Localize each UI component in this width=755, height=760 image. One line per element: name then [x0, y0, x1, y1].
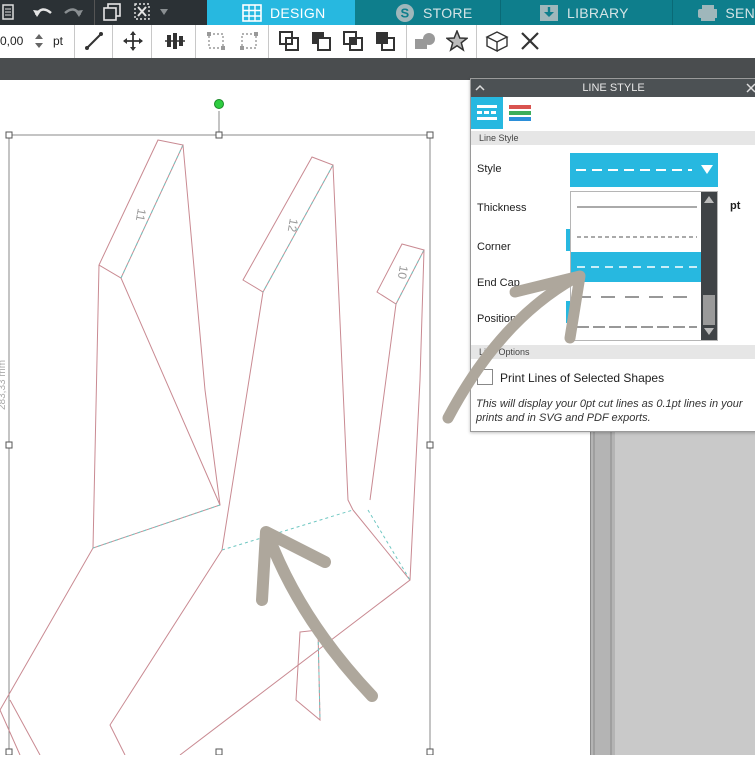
tab-line-color[interactable] — [504, 97, 536, 129]
3d-box-icon[interactable] — [484, 28, 510, 54]
piece-label-12: 12 — [285, 217, 301, 233]
style-options-list[interactable] — [570, 191, 718, 341]
chevron-down-icon[interactable] — [157, 2, 171, 22]
section-header-line-style: Line Style — [471, 131, 755, 145]
style-dropdown[interactable] — [570, 153, 718, 187]
end-cap-label: End Cap — [477, 277, 520, 289]
canvas-header-bar — [0, 58, 755, 80]
shape-fill-icon[interactable] — [412, 28, 438, 54]
crop-icon[interactable] — [372, 28, 398, 54]
store-s-icon: S — [396, 3, 414, 22]
document-icon[interactable] — [0, 2, 16, 22]
library-download-icon — [540, 4, 558, 21]
tab-send-label: SEN — [725, 4, 755, 21]
close-icon[interactable] — [517, 28, 543, 54]
panel-close-icon[interactable] — [746, 83, 755, 93]
scroll-down-icon — [704, 328, 714, 335]
panel-titlebar[interactable]: LINE STYLE — [471, 79, 755, 97]
rotate-handle[interactable] — [214, 99, 224, 109]
intersect-icon[interactable] — [340, 28, 366, 54]
delete-selection-icon[interactable] — [130, 2, 156, 22]
star-icon[interactable] — [444, 28, 470, 54]
piece-label-10: 10 — [395, 264, 411, 280]
scroll-thumb — [703, 295, 715, 325]
unit-label: pt — [53, 34, 64, 48]
print-lines-checkbox[interactable] — [477, 369, 493, 385]
stepper-icon[interactable] — [34, 32, 44, 55]
style-option-dash-long[interactable] — [571, 282, 703, 312]
tab-line-style[interactable] — [471, 97, 503, 129]
redo-icon[interactable] — [60, 2, 86, 22]
line-icon[interactable] — [81, 28, 107, 54]
undo-icon[interactable] — [30, 2, 56, 22]
line-color-icon — [509, 105, 531, 121]
tab-library[interactable]: LIBRARY — [500, 0, 672, 25]
subtract-icon[interactable] — [308, 28, 334, 54]
grid-icon — [242, 3, 262, 22]
style-option-dash-medium[interactable] — [571, 312, 703, 342]
tab-library-label: LIBRARY — [567, 4, 629, 21]
align-icon[interactable] — [162, 28, 188, 54]
group-icon[interactable] — [203, 28, 229, 54]
tab-design-label: DESIGN — [270, 4, 326, 21]
tab-design[interactable]: DESIGN — [207, 0, 355, 25]
dropdown-arrow-icon — [701, 165, 713, 174]
move-icon[interactable] — [120, 28, 146, 54]
line-style-panel: LINE STYLE Line Style Style Thickness Co… — [470, 78, 755, 432]
ungroup-icon[interactable] — [236, 28, 262, 54]
weld-icon[interactable] — [276, 28, 302, 54]
toolbar: 0,00 pt — [0, 25, 755, 59]
line-thickness-value[interactable]: 0,00 — [0, 34, 23, 48]
top-navigation-bar: DESIGN S STORE LIBRARY SEN — [0, 0, 755, 25]
svg-text:S: S — [401, 5, 410, 20]
style-option-solid[interactable] — [571, 192, 703, 222]
thickness-label: Thickness — [477, 202, 527, 214]
thickness-unit: pt — [730, 200, 741, 212]
duplicate-icon[interactable] — [100, 2, 124, 22]
position-label: Position — [477, 313, 517, 325]
tab-store-label: STORE — [423, 4, 473, 21]
piece-label-11: 11 — [133, 207, 149, 222]
panel-title: LINE STYLE — [582, 82, 645, 94]
print-lines-label: Print Lines of Selected Shapes — [500, 371, 665, 385]
collapse-chevron-icon[interactable] — [475, 83, 485, 93]
tab-send[interactable]: SEN — [672, 0, 755, 25]
style-label: Style — [477, 163, 502, 175]
style-option-dashed-selected[interactable] — [571, 252, 703, 282]
corner-label: Corner — [477, 241, 511, 253]
scroll-up-icon — [704, 196, 714, 203]
style-option-dashed-fine[interactable] — [571, 222, 703, 252]
ruler-measurement: 283,33 mm — [0, 360, 8, 410]
send-machine-icon — [698, 4, 718, 21]
section-header-line-options: Line Options — [471, 345, 755, 359]
print-lines-note: This will display your 0pt cut lines as … — [476, 398, 743, 424]
tab-store[interactable]: S STORE — [355, 0, 500, 25]
style-list-scrollbar[interactable] — [701, 192, 717, 340]
line-style-icon — [477, 105, 497, 120]
